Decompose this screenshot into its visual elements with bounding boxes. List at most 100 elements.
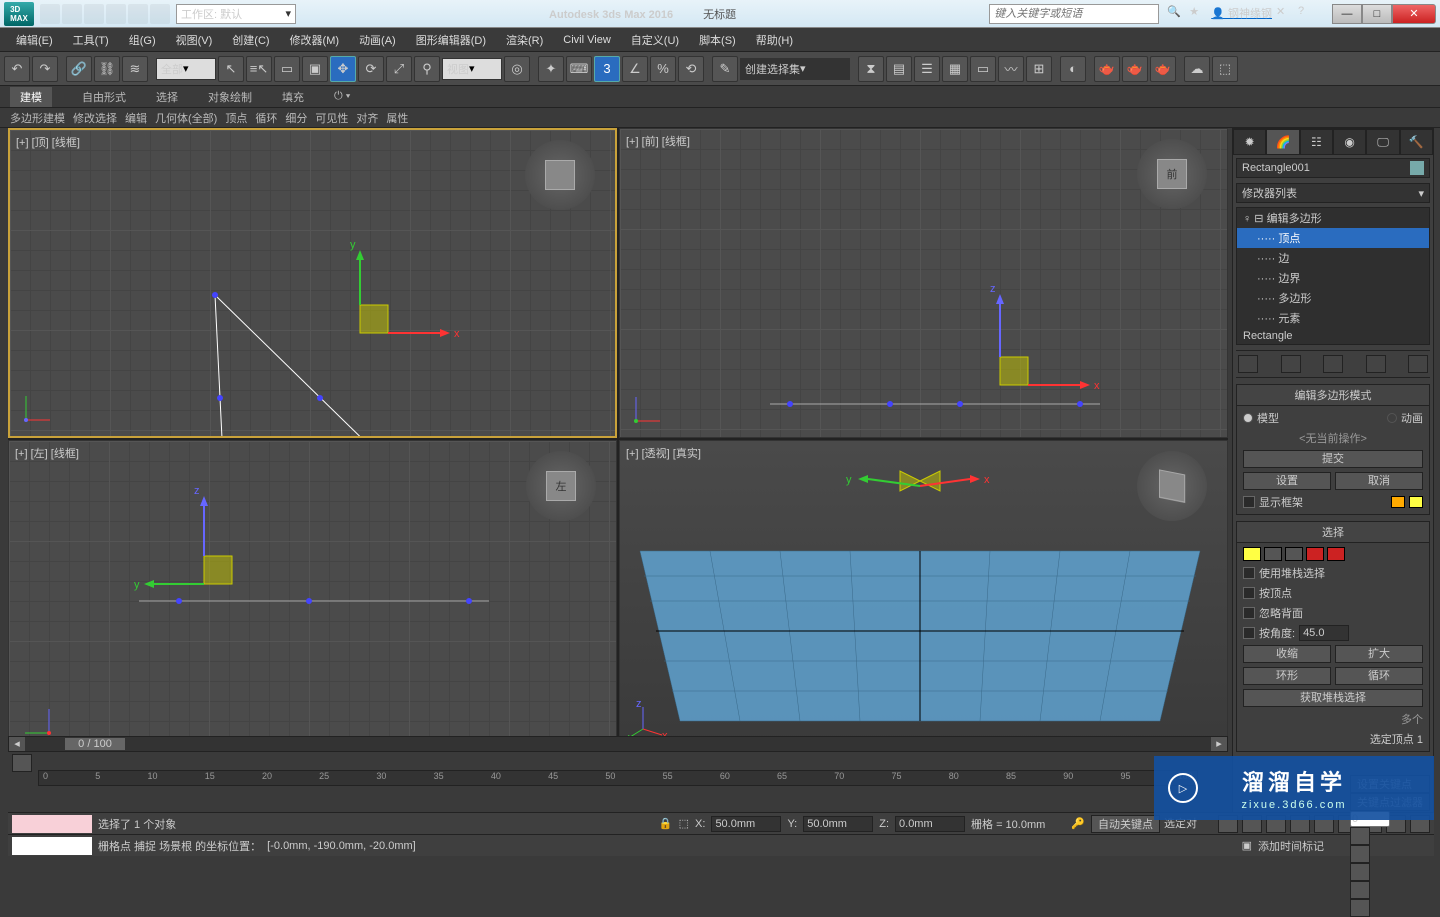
vp-nav7[interactable]	[1350, 881, 1370, 899]
spinner-snap-button[interactable]: ⟲	[678, 56, 704, 82]
viewport-front[interactable]: [+] [前] [线框] 前 x z	[619, 128, 1228, 438]
so-edge-button[interactable]	[1264, 547, 1282, 561]
menu-修改器(M)[interactable]: 修改器(M)	[280, 29, 350, 51]
isolate-icon[interactable]: ⬚	[679, 817, 689, 830]
select-object-button[interactable]: ↖	[218, 56, 244, 82]
settings-button[interactable]: 设置	[1243, 472, 1331, 490]
search-input[interactable]	[989, 4, 1159, 24]
commit-button[interactable]: 提交	[1243, 450, 1423, 468]
so-element-button[interactable]	[1327, 547, 1345, 561]
object-name-field[interactable]: Rectangle001	[1236, 158, 1430, 178]
layer-explorer-button[interactable]: ▦	[942, 56, 968, 82]
menu-Civil View[interactable]: Civil View	[553, 31, 620, 49]
key-icon[interactable]: 🔑	[1071, 817, 1085, 830]
use-stack-sel-check[interactable]: 使用堆栈选择	[1243, 565, 1423, 581]
menu-动画(A)[interactable]: 动画(A)	[349, 29, 406, 51]
ribbon-panel[interactable]: 顶点	[225, 110, 247, 126]
menu-脚本(S)[interactable]: 脚本(S)	[689, 29, 746, 51]
track-bar[interactable]: 0510152025303540455055606570758085909510…	[8, 752, 1228, 790]
menu-自定义(U)[interactable]: 自定义(U)	[621, 29, 689, 51]
time-config-button[interactable]	[1350, 827, 1370, 845]
z-coord-field[interactable]	[895, 816, 965, 832]
search-go-icon[interactable]: 🔍	[1167, 5, 1185, 23]
qat-redo-icon[interactable]	[128, 4, 148, 24]
window-crossing-button[interactable]: ▣	[302, 56, 328, 82]
by-vertex-check[interactable]: 按顶点	[1243, 585, 1423, 601]
select-place-button[interactable]: ⚲	[414, 56, 440, 82]
grow-button[interactable]: 扩大	[1335, 645, 1423, 663]
qat-save-icon[interactable]	[84, 4, 104, 24]
so-poly-button[interactable]	[1306, 547, 1324, 561]
layers-button[interactable]: ☰	[914, 56, 940, 82]
qat-new-icon[interactable]	[40, 4, 60, 24]
named-selection-dropdown[interactable]: 创建选择集 ▾	[740, 58, 850, 80]
ribbon-panel[interactable]: 多边形建模	[10, 110, 65, 126]
ribbon-tab[interactable]: 填充	[282, 89, 304, 105]
render-setup-button[interactable]: 🫖	[1094, 56, 1120, 82]
tab-utilities[interactable]: 🔨	[1400, 129, 1433, 155]
ribbon-tab[interactable]: 对象绘制	[208, 89, 252, 105]
time-thumb[interactable]: 0 / 100	[65, 738, 125, 750]
cancel-button[interactable]: 取消	[1335, 472, 1423, 490]
time-scroll[interactable]: ◂ 0 / 100 ▸	[8, 736, 1228, 752]
tab-create[interactable]: ✹	[1233, 129, 1266, 155]
modifier-stack[interactable]: ♀ ⊟ 编辑多边形····· 顶点····· 边····· 边界····· 多边…	[1236, 207, 1430, 345]
comm-center-icon[interactable]: ★	[1189, 5, 1207, 23]
ribbon-tab[interactable]: 建模	[10, 87, 52, 107]
scroll-left-icon[interactable]: ◂	[9, 737, 25, 751]
maxscript-listener[interactable]	[12, 815, 92, 833]
pivot-center-button[interactable]: ◎	[504, 56, 530, 82]
ribbon-panel[interactable]: 细分	[285, 110, 307, 126]
stack-subobject[interactable]: ····· 多边形	[1237, 288, 1429, 308]
ribbon-panel[interactable]: 循环	[255, 110, 277, 126]
so-border-button[interactable]	[1285, 547, 1303, 561]
viewport-top[interactable]: [+] [顶] [线框] x y	[8, 128, 617, 438]
menu-编辑(E)[interactable]: 编辑(E)	[6, 29, 63, 51]
ribbon-panel[interactable]: 编辑	[125, 110, 147, 126]
redo-button[interactable]: ↷	[32, 56, 58, 82]
snap-toggle-button[interactable]: 3	[594, 56, 620, 82]
ignore-back-check[interactable]: 忽略背面	[1243, 605, 1423, 621]
unlink-button[interactable]: ⛓	[94, 56, 120, 82]
vp-nav6[interactable]	[1350, 863, 1370, 881]
window-minimize[interactable]: —	[1332, 4, 1362, 24]
manipulate-button[interactable]: ✦	[538, 56, 564, 82]
select-move-button[interactable]: ✥	[330, 56, 356, 82]
viewport-left[interactable]: [+] [左] [线框] 左 y z	[8, 440, 617, 750]
schematic-view-button[interactable]: ⊞	[1026, 56, 1052, 82]
curve-editor-button[interactable]: 〰	[998, 56, 1024, 82]
stack-base[interactable]: Rectangle	[1237, 328, 1429, 344]
render-frame-button[interactable]: 🫖	[1122, 56, 1148, 82]
render-production-button[interactable]: 🫖	[1150, 56, 1176, 82]
select-rotate-button[interactable]: ⟳	[358, 56, 384, 82]
select-scale-button[interactable]: ⤢	[386, 56, 412, 82]
so-vertex-button[interactable]	[1243, 547, 1261, 561]
signed-in-user[interactable]: 👤 钢神缘钢	[1211, 5, 1272, 23]
by-angle-check[interactable]: 按角度:45.0	[1243, 625, 1423, 641]
material-editor-button[interactable]: ◐	[1060, 56, 1086, 82]
open-a360-button[interactable]: ⬚	[1212, 56, 1238, 82]
get-stack-sel-button[interactable]: 获取堆栈选择	[1243, 689, 1423, 707]
qat-undo-icon[interactable]	[106, 4, 126, 24]
timetag-icon[interactable]: ▣	[1242, 839, 1252, 852]
workspace-dropdown[interactable]: 工作区: 默认▾	[176, 4, 296, 24]
x-coord-field[interactable]	[711, 816, 781, 832]
add-timetag[interactable]: 添加时间标记	[1258, 838, 1324, 854]
pin-stack-button[interactable]	[1238, 355, 1258, 373]
help-icon[interactable]: ?	[1298, 5, 1316, 23]
configure-sets-button[interactable]	[1408, 355, 1428, 373]
ribbon-toggle[interactable]: ⏻ ▾	[334, 90, 350, 103]
select-by-name-button[interactable]: ≡↖	[246, 56, 272, 82]
menu-组(G)[interactable]: 组(G)	[119, 29, 166, 51]
ribbon-panel[interactable]: 对齐	[356, 110, 378, 126]
mirror-button[interactable]: ⧗	[858, 56, 884, 82]
exchange-icon[interactable]: ✕	[1276, 5, 1294, 23]
loop-button[interactable]: 循环	[1335, 667, 1423, 685]
link-button[interactable]: 🔗	[66, 56, 92, 82]
menu-渲染(R)[interactable]: 渲染(R)	[496, 29, 553, 51]
menu-视图(V)[interactable]: 视图(V)	[166, 29, 223, 51]
menu-工具(T)[interactable]: 工具(T)	[63, 29, 119, 51]
shrink-button[interactable]: 收缩	[1243, 645, 1331, 663]
bind-spacewarp-button[interactable]: ≋	[122, 56, 148, 82]
qat-project-icon[interactable]	[150, 4, 170, 24]
